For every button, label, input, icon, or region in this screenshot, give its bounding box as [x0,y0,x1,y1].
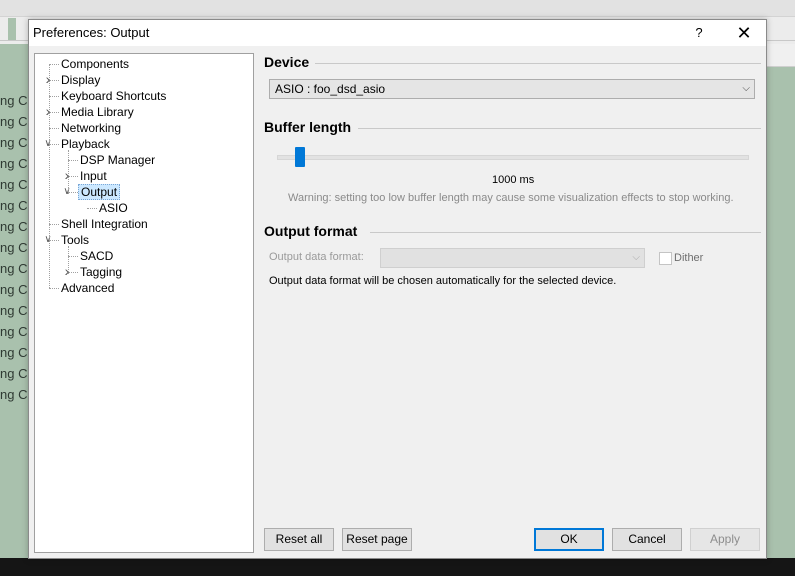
chevron-down-icon: ⌵ [742,83,750,94]
tree-item-label: Keyboard Shortcuts [61,89,167,103]
background-menu-strip [0,0,795,17]
background-panel-header [767,44,795,67]
chevron-right-icon[interactable]: › [43,104,53,118]
chevron-down-icon[interactable]: ∨ [43,235,53,245]
preferences-dialog: Preferences: Output ? ✕ Components › Displ… [28,19,767,559]
tree-connector [49,64,59,65]
tree-item[interactable]: Display [59,72,102,88]
tree-item-label: SACD [80,249,114,263]
tree-item-label: DSP Manager [80,153,156,167]
background-playlist-row: ng C [0,135,28,150]
tree-item[interactable]: Keyboard Shortcuts [59,88,168,104]
tree-connector [68,256,78,257]
tree-connector [68,150,69,194]
tree-connector [49,128,59,129]
background-taskbar [0,558,795,576]
tree-item[interactable]: Playback [59,136,112,152]
output-data-format-label: Output data format: [269,251,364,263]
background-playlist-row: ng C [0,261,28,276]
tree-item-label: Media Library [61,105,134,119]
dither-checkbox[interactable] [659,252,672,265]
tree-item[interactable]: Advanced [59,280,116,296]
tree-item[interactable]: Tagging [78,264,124,280]
background-playlist-row: ng C [0,324,28,339]
tree-connector [49,64,50,288]
background-playlist-row: ng C [0,93,28,108]
close-button[interactable]: ✕ [726,20,762,46]
buffer-slider-thumb[interactable] [295,147,305,167]
help-button[interactable]: ? [684,20,714,46]
tree-item-label: Output [78,184,121,200]
tree-connector [68,160,78,161]
chevron-down-icon[interactable]: ∨ [43,139,53,149]
background-playlist-row: ng C [0,240,28,255]
tree-item-label: Advanced [61,281,115,295]
chevron-right-icon[interactable]: › [62,264,72,278]
tree-item[interactable]: ASIO [97,200,130,216]
tree-item[interactable]: DSP Manager [78,152,157,168]
reset-all-button[interactable]: Reset all [264,528,334,551]
chevron-right-icon[interactable]: › [43,72,53,86]
background-playlist-row: ng C [0,387,28,402]
dither-label[interactable]: Dither [674,252,703,264]
tree-connector [87,208,97,209]
chevron-down-icon[interactable]: ∨ [62,187,72,197]
tree-item-label: Tools [61,233,90,247]
background-playlist-row: ng C [0,198,28,213]
device-section-title: Device [264,54,310,70]
background-playlist: ng C ng C ng C ng C ng C ng C ng C ng C ng C ng C… [0,90,30,405]
buffer-value: 1000 ms [492,174,535,186]
dialog-title: Preferences: Output [33,25,150,40]
tree-item-label: Shell Integration [61,217,148,231]
tree-connector [68,246,69,274]
buffer-section-divider [358,128,761,129]
tree-item[interactable]: Output [78,184,121,200]
output-format-section-title: Output format [264,223,358,239]
tree-item[interactable]: Input [78,168,109,184]
device-select[interactable]: ASIO : foo_dsd_asio ⌵ [269,79,755,99]
apply-button[interactable]: Apply [690,528,760,551]
tree-item[interactable]: Shell Integration [59,216,150,232]
background-tab [8,18,16,40]
tree-item-label: Display [61,73,101,87]
cancel-button[interactable]: Cancel [612,528,682,551]
output-format-section-divider [370,232,761,233]
reset-page-button[interactable]: Reset page [342,528,412,551]
device-select-value: ASIO : foo_dsd_asio [275,82,386,96]
tree-item-label: Playback [61,137,110,151]
title-bar: Preferences: Output ? ✕ [29,20,766,46]
tree-item[interactable]: Components [59,56,131,72]
background-playlist-row: ng C [0,303,28,318]
tree-item-label: Tagging [80,265,123,279]
tree-connector [49,96,59,97]
tree-item[interactable]: SACD [78,248,115,264]
background-playlist-row: ng C [0,282,28,297]
tree-item-label: Components [61,57,130,71]
buffer-section-title: Buffer length [264,119,352,135]
buffer-warning: Warning: setting too low buffer length m… [288,192,734,204]
tree-item[interactable]: Networking [59,120,123,136]
output-data-format-select[interactable]: ⌵ [380,248,645,268]
ok-button[interactable]: OK [534,528,604,551]
buffer-slider-track[interactable] [277,155,749,160]
chevron-right-icon[interactable]: › [62,168,72,182]
tree-item[interactable]: Tools [59,232,91,248]
device-section-divider [315,63,761,64]
tree-connector [49,224,59,225]
background-playlist-row: ng C [0,345,28,360]
chevron-down-icon: ⌵ [632,252,640,263]
background-playlist-row: ng C [0,156,28,171]
background-playlist-row: ng C [0,219,28,234]
background-playlist-row: ng C [0,177,28,192]
tree-item[interactable]: Media Library [59,104,136,120]
tree-item-label: Input [80,169,107,183]
tree-item-label: ASIO [99,201,128,215]
background-playlist-row: ng C [0,366,28,381]
preferences-tree[interactable]: Components › Display Keyboard Shortcuts › Med… [34,53,254,553]
output-format-info: Output data format will be chosen automa… [269,275,617,287]
background-playlist-row: ng C [0,114,28,129]
tree-item-label: Networking [61,121,122,135]
tree-connector [49,288,59,289]
